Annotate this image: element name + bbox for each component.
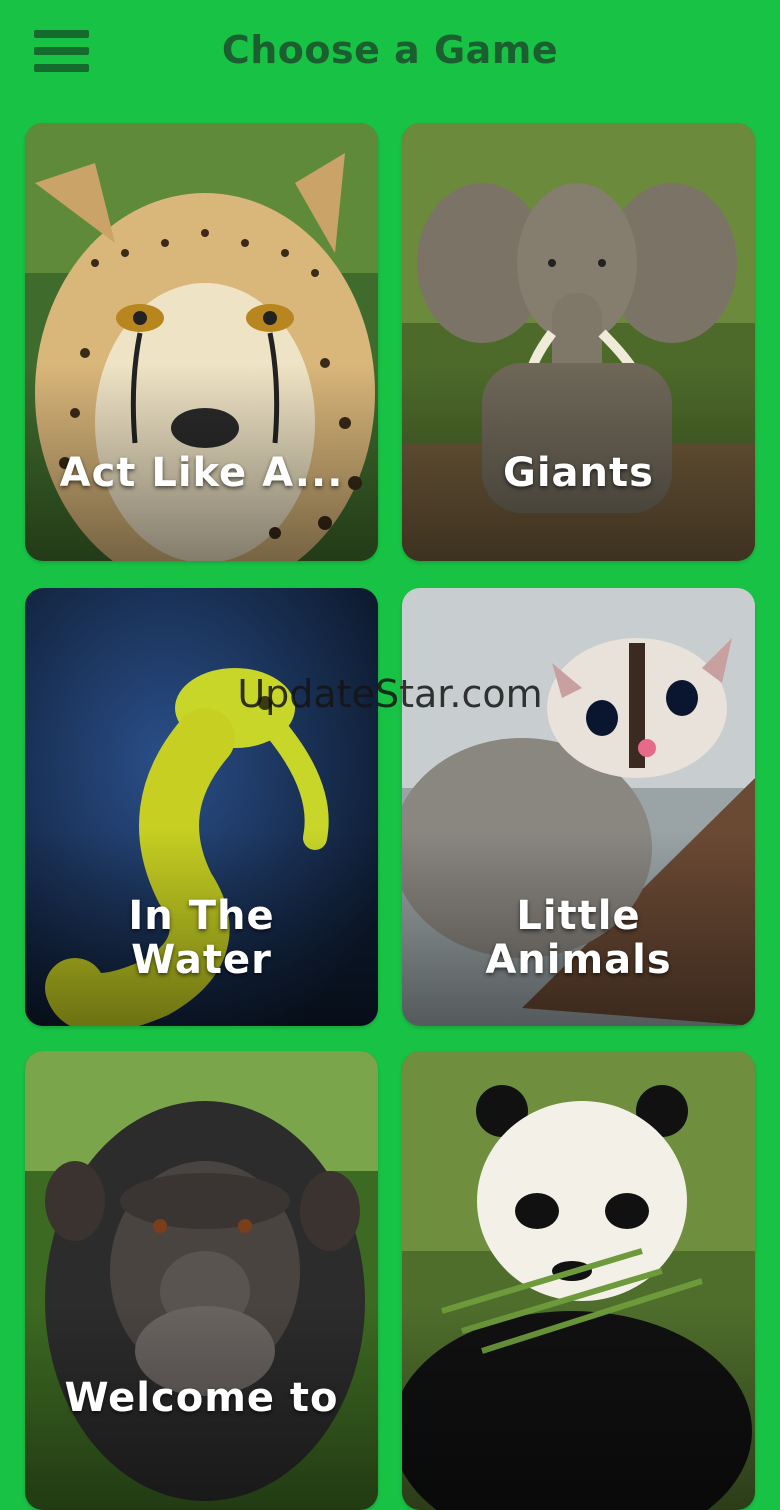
app-header: Choose a Game [0,0,780,110]
game-card-label: In The Water [128,893,275,983]
game-card-welcome-to[interactable]: Welcome to [25,1051,378,1510]
game-card-little-animals[interactable]: Little Animals [402,588,755,1026]
game-card-panda[interactable] [402,1051,755,1510]
game-card-label: Little Animals [485,893,672,983]
game-card-label: Act Like A... [59,450,344,496]
game-card-label: Giants [503,450,654,496]
game-card-giants[interactable]: Giants [402,123,755,561]
watermark-text: UpdateStar.com [237,672,543,716]
game-card-label: Welcome to [64,1375,339,1421]
page-title: Choose a Game [221,28,559,72]
game-card-act-like-a[interactable]: Act Like A... [25,123,378,561]
game-card-in-the-water[interactable]: In The Water [25,588,378,1026]
